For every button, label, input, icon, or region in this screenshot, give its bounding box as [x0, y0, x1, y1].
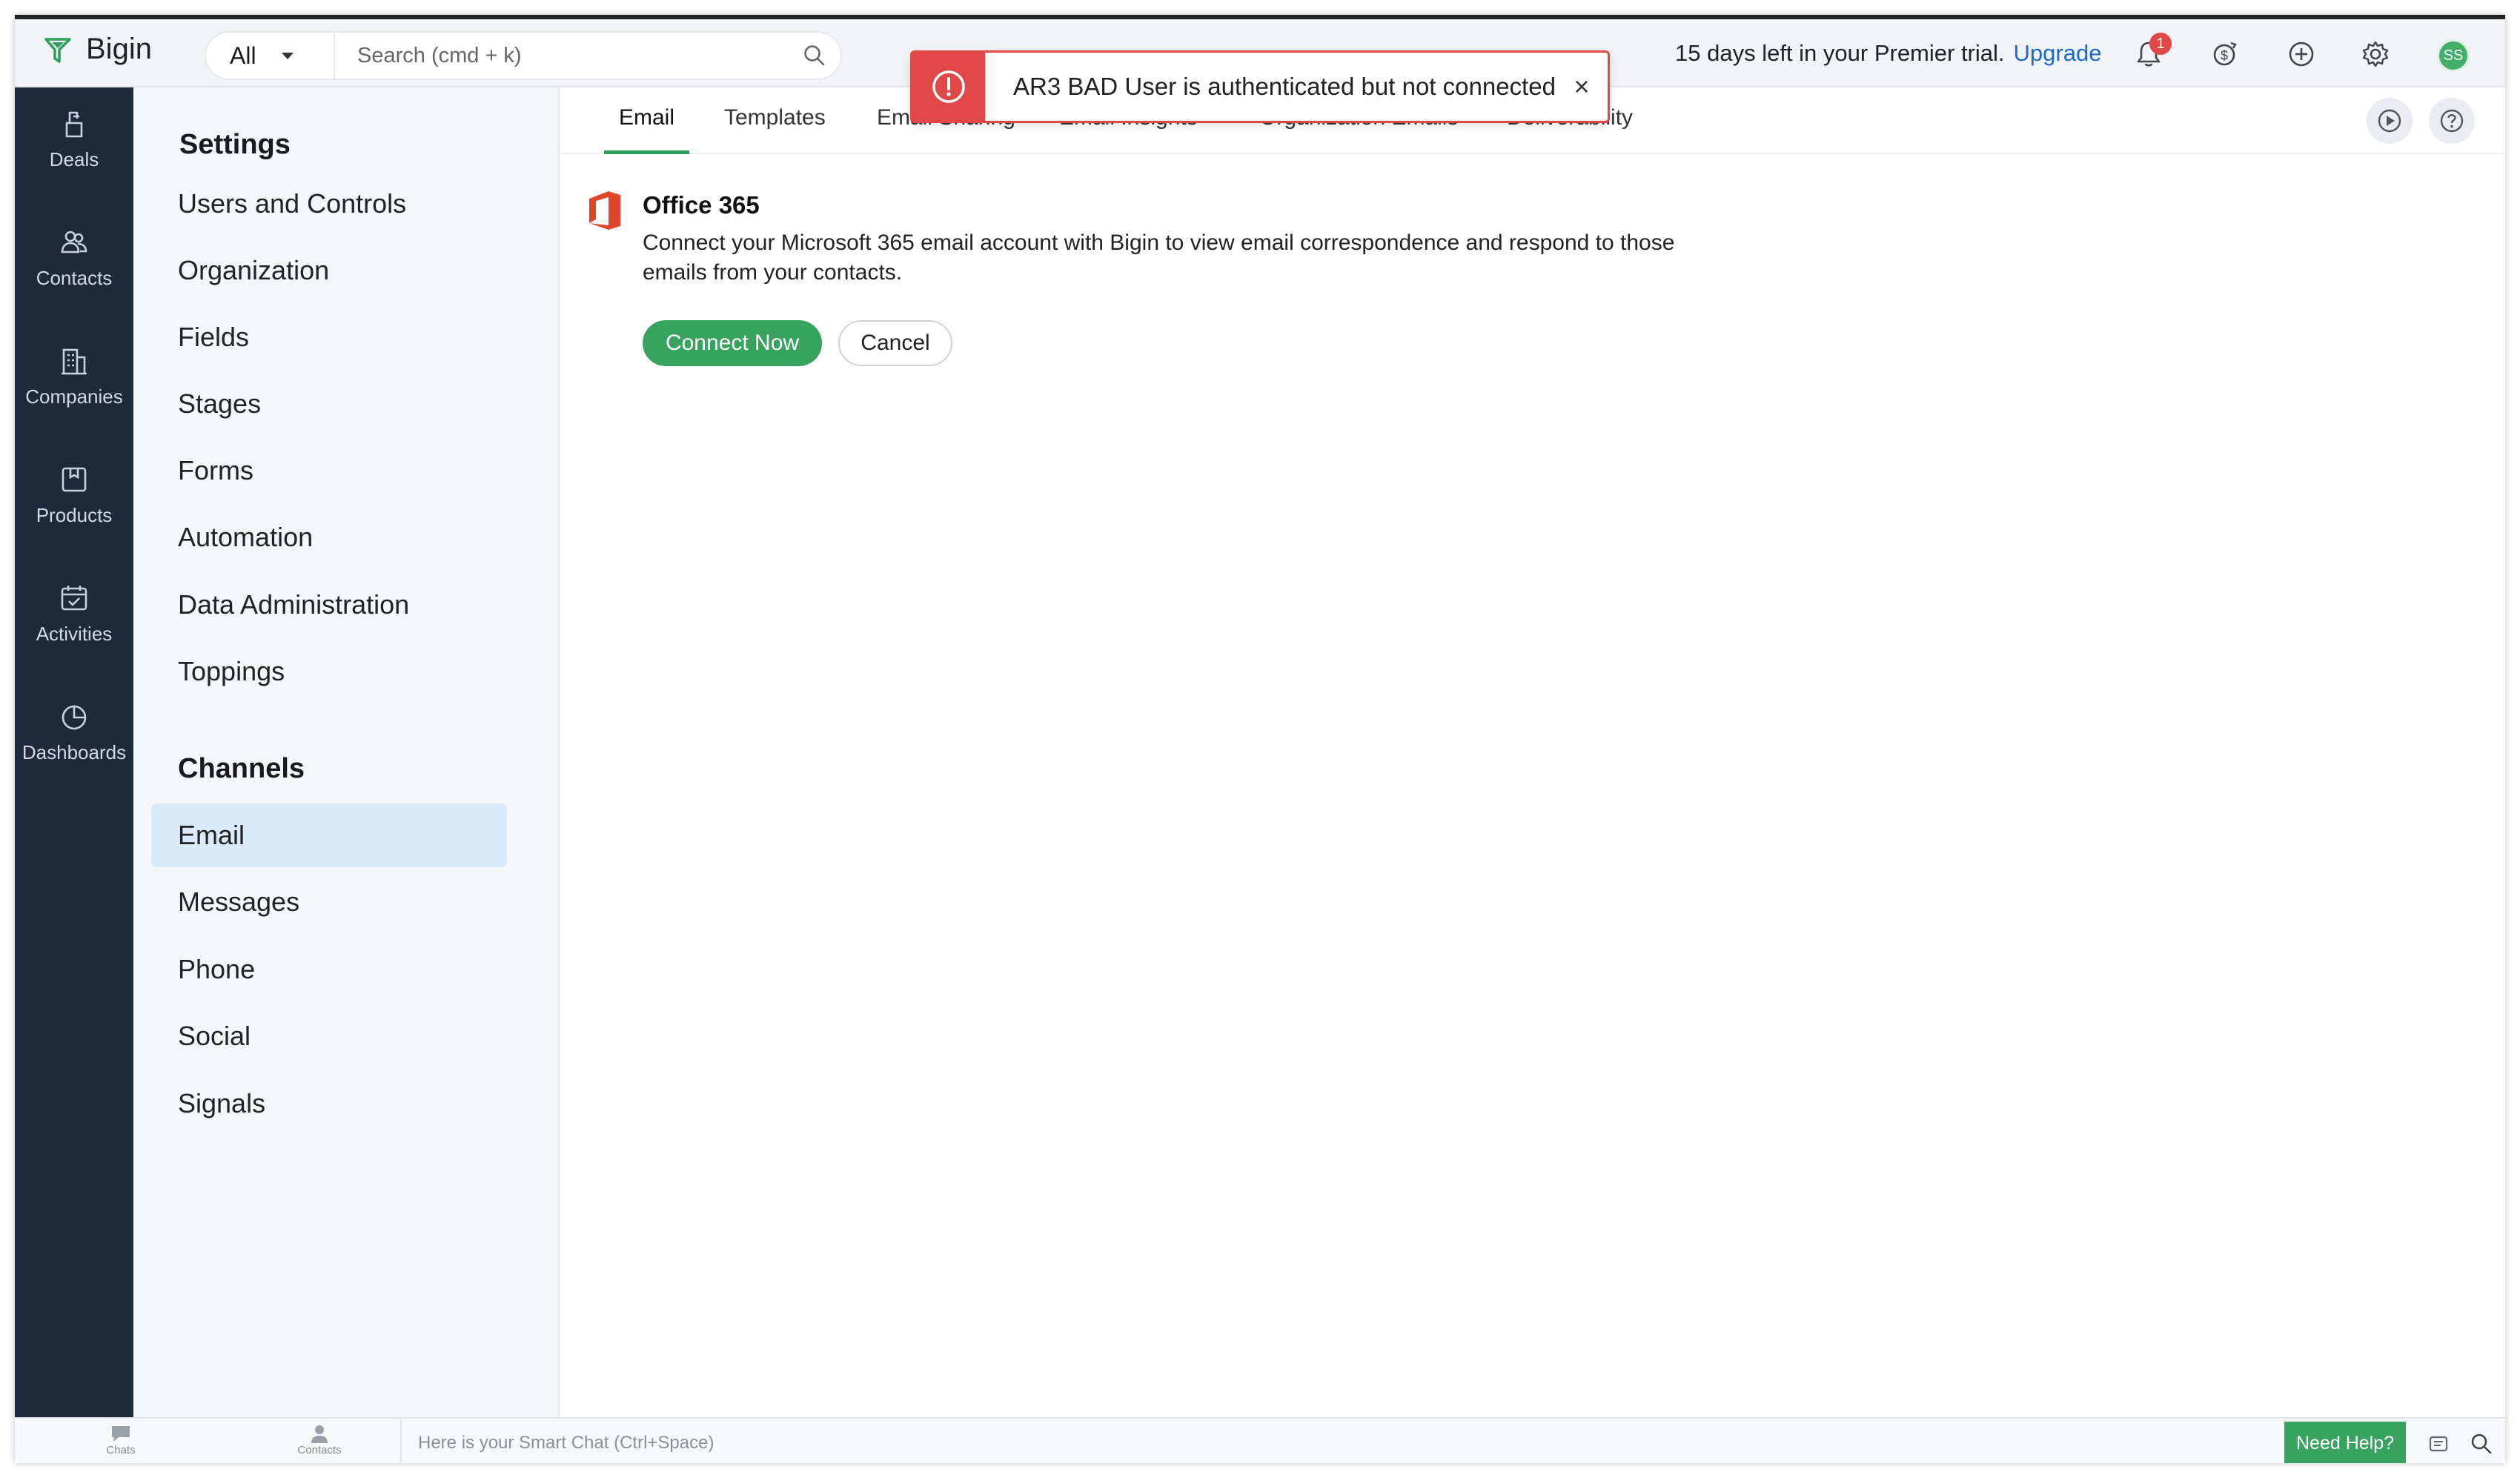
help-button[interactable]	[2429, 98, 2475, 144]
nav-label: Activities	[36, 623, 113, 645]
search-scope-dropdown[interactable]: All	[206, 33, 335, 79]
channel-item-signals[interactable]: Signals	[151, 1072, 507, 1136]
need-help-button[interactable]: Need Help?	[2284, 1422, 2406, 1463]
error-toast: AR3 BAD User is authenticated but not co…	[910, 50, 1610, 123]
chats-label: Chats	[106, 1444, 136, 1456]
nav-item-dashboards[interactable]: Dashboards	[15, 700, 133, 811]
app-name: Bigin	[86, 33, 152, 65]
channel-item-phone[interactable]: Phone	[151, 938, 507, 1001]
nav-label: Companies	[25, 385, 123, 408]
plus-circle-icon	[2289, 42, 2314, 67]
channel-item-email[interactable]: Email	[151, 803, 507, 867]
gear-icon	[2362, 41, 2389, 67]
settings-item-data-administration[interactable]: Data Administration	[151, 573, 507, 637]
settings-item-forms[interactable]: Forms	[151, 439, 507, 503]
nav-label: Dashboards	[21, 741, 127, 763]
settings-item-automation[interactable]: Automation	[151, 506, 507, 569]
companies-icon	[62, 348, 87, 375]
toast-close-button[interactable]: ×	[1556, 71, 1608, 102]
nav-item-contacts[interactable]: Contacts	[15, 225, 133, 337]
settings-item-organization[interactable]: Organization	[151, 239, 507, 302]
settings-title: Settings	[179, 129, 291, 160]
settings-item-stages[interactable]: Stages	[151, 372, 507, 436]
settings-item-users-and-controls[interactable]: Users and Controls	[151, 172, 507, 236]
nav-label: Contacts	[36, 267, 113, 289]
dashboards-icon	[62, 705, 87, 730]
question-icon	[2440, 109, 2464, 133]
products-icon	[62, 467, 87, 492]
main-sidebar: Deals Contacts Companies Products Activi…	[15, 87, 133, 1417]
provider-title: Office 365	[643, 191, 760, 219]
notifications-button[interactable]: 1	[2132, 33, 2172, 71]
toast-alert-area	[912, 53, 985, 121]
office-365-icon	[589, 191, 620, 230]
quick-create-button[interactable]	[2284, 37, 2318, 71]
avatar[interactable]: SS	[2437, 39, 2470, 72]
trial-banner: 15 days left in your Premier trial. Upgra…	[1675, 40, 2101, 67]
search-icon[interactable]	[789, 44, 840, 67]
smart-chat-input[interactable]: Here is your Smart Chat (Ctrl+Space)	[400, 1419, 2298, 1463]
app-window: Bigin All 15 days left in your Premier t…	[15, 15, 2505, 1463]
bigin-logo-icon	[44, 37, 71, 63]
tab-templates[interactable]: Templates	[709, 87, 840, 154]
bottom-bar: Chats Contacts Here is your Smart Chat (…	[15, 1417, 2505, 1463]
svg-text:$: $	[2221, 48, 2228, 63]
tab-email[interactable]: Email	[604, 87, 690, 154]
nav-item-deals[interactable]: Deals	[15, 107, 133, 218]
dollar-sync-icon: $	[2213, 42, 2237, 66]
alert-icon	[932, 70, 965, 103]
settings-item-fields[interactable]: Fields	[151, 305, 507, 369]
notification-count-badge: 1	[2149, 33, 2172, 55]
app-logo[interactable]: Bigin	[42, 33, 152, 66]
chats-button[interactable]: Chats	[87, 1423, 154, 1456]
main-content: Email Templates Email Sharing Email Insi…	[561, 87, 2505, 1417]
search-scope-value: All	[230, 42, 256, 69]
contacts-label: Contacts	[297, 1444, 342, 1456]
activities-icon	[61, 586, 87, 611]
nav-label: Deals	[49, 148, 99, 170]
channels-title: Channels	[178, 753, 305, 784]
cancel-button[interactable]: Cancel	[838, 320, 952, 366]
bottom-chat-list-button[interactable]	[2422, 1428, 2455, 1460]
channel-item-messages[interactable]: Messages	[151, 870, 507, 934]
video-tour-button[interactable]	[2367, 98, 2413, 144]
chevron-down-icon	[281, 52, 294, 59]
trial-text: 15 days left in your Premier trial.	[1675, 40, 2005, 66]
nav-label: Products	[36, 504, 113, 526]
play-icon	[2378, 109, 2401, 133]
nav-item-activities[interactable]: Activities	[15, 581, 133, 692]
connect-now-button[interactable]: Connect Now	[643, 320, 822, 366]
person-icon	[311, 1425, 328, 1443]
toast-message: AR3 BAD User is authenticated but not co…	[1013, 73, 1556, 100]
search-icon	[2471, 1433, 2492, 1454]
upgrade-link[interactable]: Upgrade	[2014, 40, 2102, 66]
global-search: All	[205, 31, 842, 80]
settings-panel: Settings Users and Controls Organization…	[133, 87, 560, 1417]
nav-item-products[interactable]: Products	[15, 463, 133, 574]
bottom-search-button[interactable]	[2465, 1428, 2498, 1460]
search-input[interactable]	[335, 43, 789, 68]
nav-item-companies[interactable]: Companies	[15, 344, 133, 455]
settings-item-toppings[interactable]: Toppings	[151, 640, 507, 703]
chat-bubble-icon	[112, 1426, 130, 1442]
deals-icon	[65, 111, 83, 138]
chat-list-icon	[2429, 1436, 2448, 1452]
bottom-contacts-button[interactable]: Contacts	[286, 1423, 353, 1456]
channel-item-social[interactable]: Social	[151, 1004, 507, 1068]
sales-signals-button[interactable]: $	[2207, 37, 2241, 71]
contacts-icon	[61, 231, 87, 253]
settings-button[interactable]	[2358, 37, 2393, 71]
provider-description: Connect your Microsoft 365 email account…	[643, 231, 1675, 285]
